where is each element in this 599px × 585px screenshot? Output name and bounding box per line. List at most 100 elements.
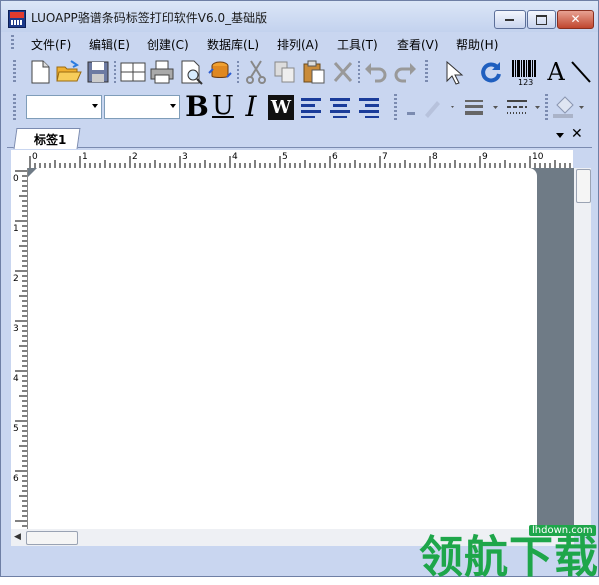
align-left-icon (301, 98, 321, 118)
ruler-label: 9 (482, 152, 488, 162)
application-window: LUOAPP骆谱条码标签打印软件V6.0_基础版 ✕ 文件(F) 编辑(E) 创… (0, 0, 599, 583)
bold-icon: B (185, 90, 209, 123)
line-tool-button[interactable] (569, 59, 595, 85)
toolbar-grip[interactable] (13, 94, 16, 120)
toolbar-grip[interactable] (394, 94, 397, 120)
align-center-button[interactable] (327, 95, 353, 121)
tab-label1-text: 标签1 (34, 133, 67, 147)
bold-button[interactable]: B (184, 93, 210, 121)
font-name-value (27, 101, 30, 114)
line-color-icon (407, 101, 454, 118)
horizontal-scroll-thumb[interactable] (26, 531, 78, 545)
ruler-label: 10 (532, 152, 544, 162)
toolbar-grip[interactable] (13, 60, 16, 84)
ruler-label: 6 (332, 152, 338, 162)
select-pointer-button[interactable] (441, 59, 467, 85)
copy-button[interactable] (272, 59, 298, 85)
menu-help[interactable]: 帮助(H) (456, 36, 498, 53)
minimize-button[interactable] (494, 10, 526, 29)
save-button[interactable] (85, 59, 111, 85)
maximize-icon (536, 15, 547, 25)
print-preview-button[interactable] (178, 59, 204, 85)
paper-corner (28, 168, 37, 177)
print-icon (150, 60, 174, 84)
vertical-scrollbar[interactable] (574, 168, 591, 529)
menu-grip[interactable] (11, 35, 14, 51)
tab-divider (7, 147, 592, 148)
ruler-label: 2 (13, 274, 19, 284)
chevron-down-icon (170, 104, 176, 108)
line-style-icon (507, 100, 540, 114)
save-icon (87, 61, 109, 83)
vertical-ruler: 0 1 2 3 4 5 6 (11, 168, 28, 529)
print-button[interactable] (149, 59, 175, 85)
maximize-button[interactable] (527, 10, 556, 29)
rotate-button[interactable] (478, 59, 504, 85)
menu-arrange[interactable]: 排列(A) (277, 36, 319, 53)
ruler-label: 5 (13, 424, 19, 434)
open-button[interactable] (55, 59, 82, 85)
ruler-label: 2 (132, 152, 138, 162)
ruler-label: 0 (32, 152, 38, 162)
menu-bar: 文件(F) 编辑(E) 创建(C) 数据库(L) 排列(A) 工具(T) 查看(… (1, 32, 598, 54)
wordwrap-icon: W (270, 97, 292, 118)
scroll-left-icon[interactable]: ◀ (14, 532, 21, 542)
menu-edit[interactable]: 编辑(E) (89, 36, 130, 53)
luoapp-app-icon[interactable] (8, 10, 26, 28)
italic-button[interactable]: I (239, 93, 263, 121)
ruler-label: 1 (82, 152, 88, 162)
redo-icon (394, 63, 416, 83)
line-style-button[interactable] (503, 95, 543, 121)
menu-view[interactable]: 查看(V) (397, 36, 439, 53)
ruler-label: 3 (13, 324, 19, 334)
vertical-ruler-ticks: 0 1 2 3 4 5 6 (13, 170, 27, 527)
barcode-tool-button[interactable]: 123 (510, 57, 540, 87)
delete-icon (333, 62, 353, 82)
underline-button[interactable]: U (210, 93, 236, 121)
document-tab-bar: ✕ (1, 124, 598, 149)
line-width-button[interactable] (461, 95, 501, 121)
database-button[interactable] (207, 59, 233, 85)
page-setup-button[interactable] (119, 59, 146, 85)
menu-database[interactable]: 数据库(L) (207, 36, 259, 53)
open-folder-icon (56, 60, 82, 82)
paste-icon (303, 60, 325, 84)
line-width-icon (465, 100, 498, 115)
rotate-icon (481, 62, 501, 83)
tab-list-icon[interactable] (556, 133, 564, 138)
align-left-button[interactable] (298, 95, 324, 121)
cut-button[interactable] (243, 59, 269, 85)
toolbar-grip[interactable] (545, 94, 548, 120)
menu-tools[interactable]: 工具(T) (337, 36, 378, 53)
title-bar: LUOAPP骆谱条码标签打印软件V6.0_基础版 ✕ (1, 1, 598, 32)
fill-color-button[interactable] (551, 95, 591, 121)
menu-file[interactable]: 文件(F) (31, 36, 71, 53)
text-tool-button[interactable]: A (543, 59, 569, 85)
toolbar-grip[interactable] (425, 60, 428, 84)
vertical-scroll-thumb[interactable] (576, 169, 591, 203)
wordwrap-button[interactable]: W (268, 95, 294, 120)
new-file-button[interactable] (27, 59, 53, 85)
ruler-label: 4 (13, 374, 19, 384)
cut-icon (246, 60, 266, 84)
standard-toolbar: 123 A (1, 55, 598, 89)
redo-button[interactable] (392, 59, 418, 85)
align-right-button[interactable] (356, 95, 382, 121)
copy-icon (274, 61, 295, 83)
menu-create[interactable]: 创建(C) (147, 36, 189, 53)
undo-button[interactable] (363, 59, 389, 85)
line-color-button[interactable] (405, 95, 457, 121)
ruler-label: 5 (282, 152, 288, 162)
paste-button[interactable] (301, 59, 327, 85)
tab-close-icon[interactable]: ✕ (571, 126, 583, 142)
barcode-caption: 123 (518, 78, 533, 87)
close-button[interactable]: ✕ (557, 10, 594, 29)
font-size-select[interactable] (104, 95, 180, 119)
page-setup-icon (120, 62, 146, 82)
ruler-label: 3 (182, 152, 188, 162)
label-canvas[interactable] (28, 168, 537, 529)
font-name-select[interactable] (26, 95, 102, 119)
delete-button[interactable] (330, 59, 356, 85)
barcode-icon: 123 (512, 60, 536, 87)
ruler-label: 8 (432, 152, 438, 162)
